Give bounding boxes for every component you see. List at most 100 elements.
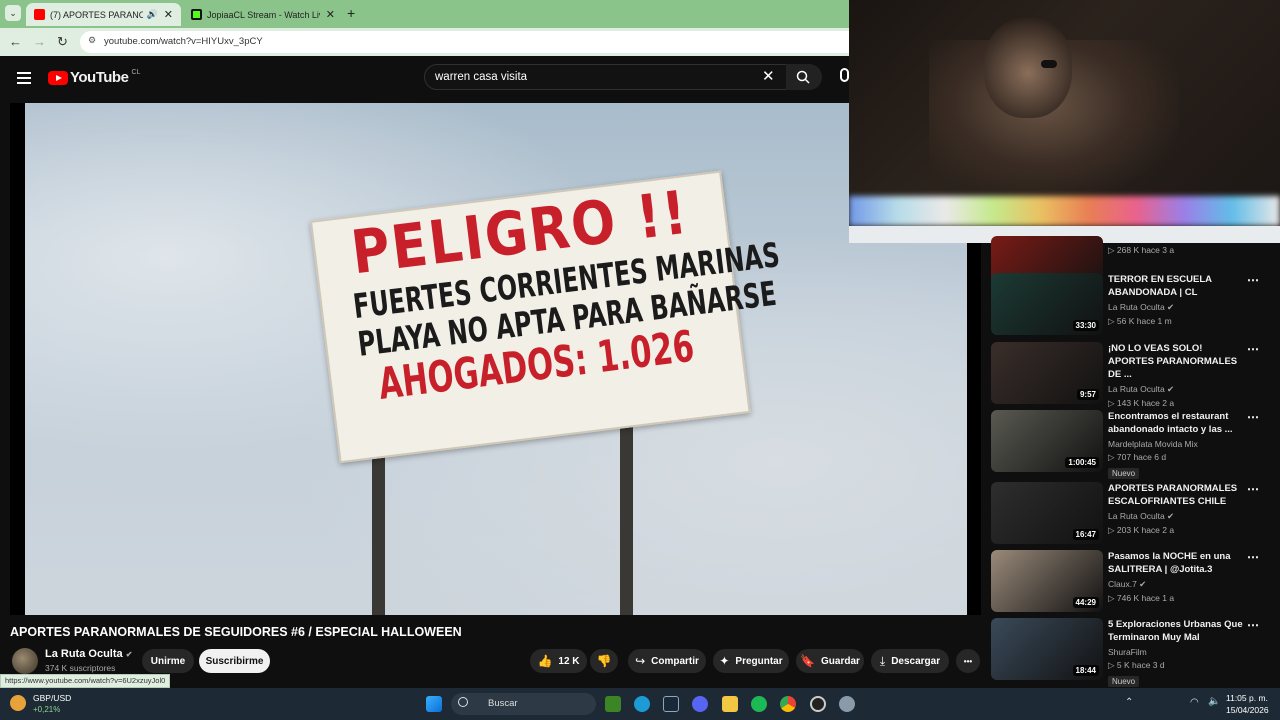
- download-icon: ⤓: [879, 653, 886, 668]
- subscriber-count: 374 K suscriptores: [45, 663, 116, 673]
- close-tab-icon[interactable]: ✕: [326, 8, 335, 21]
- tray-chevron-icon[interactable]: ⌃: [1125, 697, 1133, 708]
- chrome-icon[interactable]: [780, 696, 796, 712]
- share-label: Compartir: [651, 655, 699, 667]
- join-label: Unirme: [150, 655, 186, 667]
- video-duration: 44:29: [1072, 597, 1099, 608]
- channel-name[interactable]: La Ruta Oculta ✔: [1108, 384, 1248, 395]
- webcam-microphone: [1041, 60, 1057, 68]
- recommendation-item[interactable]: 16:47 APORTES PARANORMALES ESCALOFRIANTES…: [991, 482, 1271, 544]
- video-info: 5 Exploraciones Urbanas Que Terminaron M…: [1108, 618, 1248, 689]
- windows-start-icon[interactable]: [426, 696, 442, 712]
- tab-youtube[interactable]: (7) APORTES PARANORMALES 🔊 ✕: [26, 3, 181, 26]
- edge-icon[interactable]: [634, 696, 650, 712]
- channel-name[interactable]: La Ruta Oculta ✔: [1108, 511, 1248, 522]
- recommendation-item[interactable]: 33:30 TERROR EN ESCUELA ABANDONADA | CL La…: [991, 273, 1271, 335]
- save-button[interactable]: 🔖 Guardar: [796, 649, 864, 673]
- voice-search-icon[interactable]: [840, 68, 849, 82]
- video-title[interactable]: Pasamos la NOCHE en una SALITRERA | @Jot…: [1108, 550, 1248, 576]
- ticker-icon: [10, 695, 26, 711]
- spotify-icon[interactable]: [751, 696, 767, 712]
- recommendation-item[interactable]: 44:29 Pasamos la NOCHE en una SALITRERA |…: [991, 550, 1271, 612]
- close-tab-icon[interactable]: ✕: [164, 8, 173, 21]
- sign-pole-right: [620, 423, 633, 615]
- video-duration: 1:00:45: [1065, 457, 1099, 468]
- video-title[interactable]: TERROR EN ESCUELA ABANDONADA | CL: [1108, 273, 1248, 299]
- video-title[interactable]: Encontramos el restaurant abandonado int…: [1108, 410, 1248, 436]
- ticker-name: GBP/USD: [33, 693, 72, 703]
- video-title[interactable]: ¡NO LO VEAS SOLO! APORTES PARANORMALES D…: [1108, 342, 1248, 381]
- video-duration: 9:57: [1076, 389, 1099, 400]
- reload-icon[interactable]: ↻: [57, 34, 68, 50]
- recommendation-item[interactable]: 18:44 5 Exploraciones Urbanas Que Termina…: [991, 618, 1271, 687]
- taskbar-search[interactable]: Buscar: [451, 693, 596, 715]
- dislike-button[interactable]: 👎: [590, 649, 618, 673]
- more-options-icon[interactable]: ⋯: [1247, 342, 1259, 356]
- ticker-change: +0,21%: [33, 705, 61, 714]
- share-button[interactable]: ↪ Compartir: [628, 649, 706, 673]
- volume-icon[interactable]: 🔈: [1208, 696, 1220, 707]
- forward-arrow-icon[interactable]: →: [33, 34, 46, 49]
- video-info: TERROR EN ESCUELA ABANDONADA | CL La Ruta…: [1108, 273, 1248, 327]
- video-thumbnail[interactable]: 33:30: [991, 273, 1103, 335]
- speaker-icon[interactable]: 🔊: [147, 9, 158, 20]
- more-options-icon[interactable]: ⋯: [1247, 550, 1259, 564]
- recommendation-item[interactable]: 1:00:45 Encontramos el restaurant abandon…: [991, 410, 1271, 479]
- settings-icon[interactable]: [839, 696, 855, 712]
- tab-title: (7) APORTES PARANORMALES: [50, 9, 143, 20]
- youtube-favicon-icon: [34, 9, 45, 20]
- steam-icon[interactable]: [663, 696, 679, 712]
- ask-button[interactable]: ✦ Preguntar: [713, 649, 789, 673]
- url-input[interactable]: ⚙ youtube.com/watch?v=HIYUxv_3pCY: [80, 31, 980, 53]
- windows-taskbar: GBP/USD +0,21% Buscar ⌃ ◠ 🔈 11:05 p. m. …: [0, 688, 1280, 720]
- tab-list-dropdown[interactable]: ⌄: [5, 5, 21, 21]
- clear-search-icon[interactable]: ✕: [762, 67, 775, 85]
- video-info: Pasamos la NOCHE en una SALITRERA | @Jot…: [1108, 550, 1248, 604]
- youtube-logo[interactable]: YouTube CL: [48, 69, 140, 86]
- more-options-icon[interactable]: ⋯: [1247, 273, 1259, 287]
- channel-name[interactable]: ShuraFilm: [1108, 647, 1248, 657]
- video-duration: 18:44: [1072, 665, 1099, 676]
- subscribe-button[interactable]: Suscribirme: [199, 649, 270, 673]
- video-title[interactable]: 5 Exploraciones Urbanas Que Terminaron M…: [1108, 618, 1248, 644]
- video-thumbnail[interactable]: 18:44: [991, 618, 1103, 680]
- video-thumbnail[interactable]: 16:47: [991, 482, 1103, 544]
- video-thumbnail[interactable]: 9:57: [991, 342, 1103, 404]
- wifi-icon[interactable]: ◠: [1190, 697, 1199, 708]
- file-explorer-icon[interactable]: [722, 696, 738, 712]
- search-button[interactable]: [786, 64, 822, 90]
- more-options-icon[interactable]: ⋯: [1247, 618, 1259, 632]
- new-tab-button[interactable]: +: [347, 5, 355, 21]
- video-title[interactable]: APORTES PARANORMALES ESCALOFRIANTES CHIL…: [1108, 482, 1248, 508]
- obs-icon[interactable]: [810, 696, 826, 712]
- channel-name[interactable]: Mardelplata Movida Mix: [1108, 439, 1248, 449]
- channel-name[interactable]: Claux.7 ✔: [1108, 579, 1248, 590]
- recommendation-item[interactable]: 9:57 ¡NO LO VEAS SOLO! APORTES PARANORMAL…: [991, 342, 1271, 408]
- video-thumbnail[interactable]: 44:29: [991, 550, 1103, 612]
- search-input[interactable]: warren casa visita: [424, 64, 788, 90]
- more-actions-button[interactable]: •••: [956, 649, 980, 673]
- more-options-icon[interactable]: ⋯: [1247, 482, 1259, 496]
- join-button[interactable]: Unirme: [142, 649, 194, 673]
- channel-name[interactable]: La Ruta Oculta ✔: [1108, 302, 1248, 313]
- download-button[interactable]: ⤓ Descargar: [871, 649, 949, 673]
- like-button[interactable]: 👍 12 K: [530, 649, 587, 673]
- menu-icon[interactable]: [17, 72, 31, 87]
- view-count: ▷ 746 K hace 1 a: [1108, 593, 1175, 603]
- clock-date: 15/04/2026: [1226, 705, 1269, 715]
- clock-time[interactable]: 11:05 p. m.: [1226, 693, 1268, 703]
- tab-kick[interactable]: JopiaaCL Stream - Watch Live o ✕: [183, 3, 343, 26]
- minecraft-icon[interactable]: [605, 696, 621, 712]
- channel-name[interactable]: La Ruta Oculta ✔: [45, 648, 132, 660]
- sign-pole-left: [372, 443, 385, 615]
- back-arrow-icon[interactable]: ←: [9, 34, 22, 49]
- weather-widget[interactable]: GBP/USD +0,21%: [10, 692, 90, 716]
- more-options-icon[interactable]: ⋯: [1247, 410, 1259, 424]
- video-player[interactable]: PELIGRO !! FUERTES CORRIENTES MARINAS PL…: [10, 103, 981, 615]
- warning-sign: PELIGRO !! FUERTES CORRIENTES MARINAS PL…: [310, 170, 782, 464]
- discord-icon[interactable]: [692, 696, 708, 712]
- site-settings-icon[interactable]: ⚙: [88, 35, 96, 46]
- video-thumbnail[interactable]: 1:00:45: [991, 410, 1103, 472]
- channel-avatar[interactable]: [12, 648, 38, 674]
- video-title: APORTES PARANORMALES DE SEGUIDORES #6 / …: [10, 625, 462, 639]
